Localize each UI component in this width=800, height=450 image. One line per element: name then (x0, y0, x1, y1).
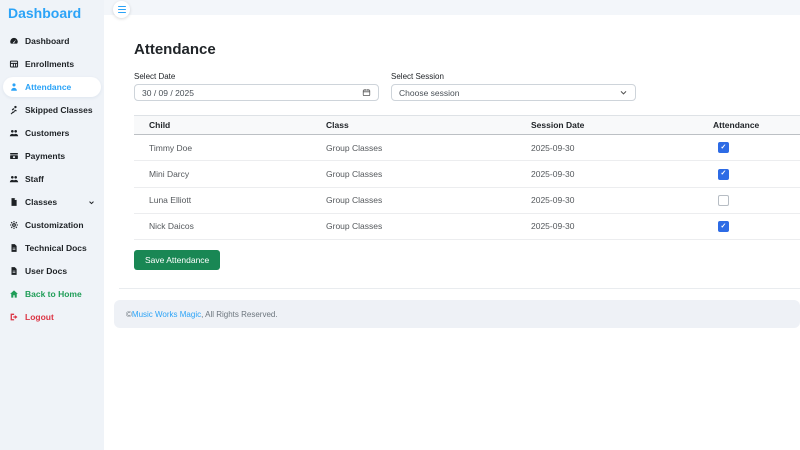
app-title: Dashboard (8, 5, 82, 21)
content-divider (119, 288, 800, 289)
file-icon (9, 197, 19, 207)
table-header-row: Child Class Session Date Attendance (134, 115, 800, 135)
sidebar: Dashboard Dashboard Enrollments Attendan… (0, 0, 104, 450)
home-icon (9, 289, 19, 299)
sidebar-item-classes[interactable]: Classes (3, 192, 101, 212)
class-cell: Group Classes (311, 160, 516, 188)
date-filter: Select Date 30 / 09 / 2025 (134, 72, 379, 101)
date-value: 30 / 09 / 2025 (142, 87, 194, 98)
users-icon (9, 174, 19, 184)
sidebar-item-dashboard[interactable]: Dashboard (3, 31, 101, 51)
session-select[interactable]: Choose session (391, 84, 636, 101)
sidebar-item-staff[interactable]: Staff (3, 169, 101, 189)
document-icon (9, 243, 19, 253)
table-row: Luna Elliott Group Classes 2025-09-30 (134, 187, 800, 214)
attendance-table: Child Class Session Date Attendance Timm… (134, 115, 800, 241)
sidebar-item-skipped-classes[interactable]: Skipped Classes (3, 100, 101, 120)
save-attendance-button[interactable]: Save Attendance (134, 250, 221, 270)
chevron-down-icon (88, 199, 95, 206)
sidebar-item-customization[interactable]: Customization (3, 215, 101, 235)
table-icon (9, 59, 19, 69)
class-cell: Group Classes (311, 187, 516, 214)
sidebar-item-label: Logout (25, 312, 54, 322)
footer: © Music Works Magic , All Rights Reserve… (114, 300, 800, 328)
session-value: Choose session (399, 87, 460, 98)
person-icon (9, 82, 19, 92)
session-filter: Select Session Choose session (391, 72, 636, 101)
table-row: Mini Darcy Group Classes 2025-09-30 (134, 160, 800, 188)
column-header-attendance: Attendance (698, 115, 800, 135)
sidebar-item-label: Enrollments (25, 59, 75, 69)
sidebar-item-attendance[interactable]: Attendance (3, 77, 101, 97)
child-cell: Nick Daicos (134, 213, 311, 241)
sidebar-item-label: Dashboard (25, 36, 70, 46)
session-date-cell: 2025-09-30 (516, 134, 698, 162)
filters-row: Select Date 30 / 09 / 2025 Select Sessio… (134, 72, 770, 101)
sidebar-item-label: Classes (25, 197, 58, 207)
sidebar-item-user-docs[interactable]: User Docs (3, 261, 101, 281)
session-date-cell: 2025-09-30 (516, 160, 698, 188)
sidebar-item-customers[interactable]: Customers (3, 123, 101, 143)
column-header-child: Child (134, 115, 311, 135)
main-area: Attendance Select Date 30 / 09 / 2025 Se… (104, 0, 800, 450)
sidebar-item-label: Technical Docs (25, 243, 87, 253)
date-input[interactable]: 30 / 09 / 2025 (134, 84, 379, 101)
child-cell: Timmy Doe (134, 134, 311, 162)
child-cell: Luna Elliott (134, 187, 311, 214)
gear-icon (9, 220, 19, 230)
chevron-down-icon (619, 88, 628, 97)
gauge-icon (9, 36, 19, 46)
footer-brand-link[interactable]: Music Works Magic (132, 310, 201, 319)
column-header-session-date: Session Date (516, 115, 698, 135)
attendance-checkbox[interactable] (718, 142, 729, 154)
class-cell: Group Classes (311, 213, 516, 241)
footer-rights-text: , All Rights Reserved. (201, 309, 278, 319)
document-icon (9, 266, 19, 276)
class-cell: Group Classes (311, 134, 516, 162)
sidebar-item-label: Skipped Classes (25, 105, 93, 115)
sidebar-item-back-to-home[interactable]: Back to Home (3, 284, 101, 304)
column-header-class: Class (311, 115, 516, 135)
sidebar-toggle-button[interactable] (113, 1, 130, 18)
attendance-checkbox[interactable] (718, 168, 729, 180)
sidebar-item-label: Payments (25, 151, 66, 161)
table-row: Timmy Doe Group Classes 2025-09-30 (134, 134, 800, 162)
sidebar-nav: Dashboard Enrollments Attendance Skipped… (0, 21, 104, 327)
date-label: Select Date (134, 72, 176, 81)
sidebar-item-label: Customization (25, 220, 84, 230)
attendance-checkbox[interactable] (718, 221, 729, 232)
hamburger-icon (117, 5, 126, 8)
sidebar-item-label: User Docs (25, 266, 68, 276)
table-row: Nick Daicos Group Classes 2025-09-30 (134, 213, 800, 241)
app-window: Dashboard Dashboard Enrollments Attendan… (0, 0, 800, 450)
session-date-cell: 2025-09-30 (516, 213, 698, 241)
person-running-icon (9, 105, 19, 115)
sidebar-item-logout[interactable]: Logout (3, 307, 101, 327)
users-icon (9, 128, 19, 138)
child-cell: Mini Darcy (134, 160, 311, 188)
session-date-cell: 2025-09-30 (516, 187, 698, 214)
session-label: Select Session (391, 72, 444, 81)
sidebar-item-label: Attendance (25, 82, 72, 92)
sidebar-item-label: Customers (25, 128, 70, 138)
money-icon (9, 151, 19, 161)
content-panel: Attendance Select Date 30 / 09 / 2025 Se… (104, 15, 800, 450)
sidebar-item-enrollments[interactable]: Enrollments (3, 54, 101, 74)
sidebar-item-technical-docs[interactable]: Technical Docs (3, 238, 101, 258)
logout-icon (9, 312, 19, 322)
sidebar-item-label: Back to Home (25, 289, 82, 299)
sidebar-item-payments[interactable]: Payments (3, 146, 101, 166)
page-title: Attendance (134, 41, 216, 58)
calendar-icon (362, 88, 371, 97)
sidebar-item-label: Staff (25, 174, 44, 184)
attendance-checkbox[interactable] (718, 194, 729, 206)
